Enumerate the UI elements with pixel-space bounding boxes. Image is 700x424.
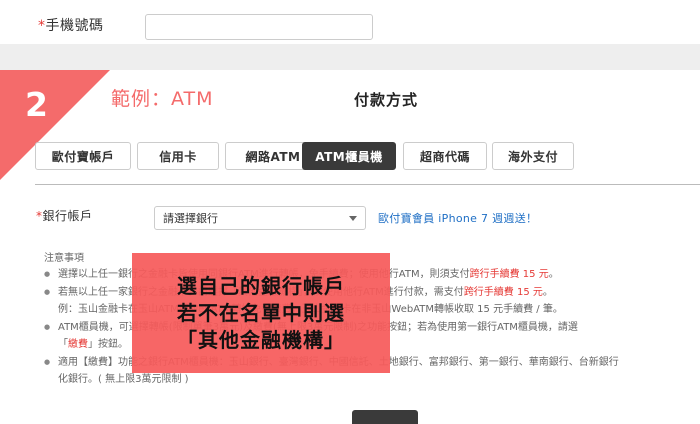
required-mark: * [38, 18, 46, 34]
tab-allpay-account[interactable]: 歐付寶帳戶 [35, 142, 131, 170]
notice-title: 注意事項 [44, 253, 84, 264]
bank-select[interactable]: 請選擇銀行 [154, 206, 366, 230]
phone-input[interactable] [145, 14, 373, 40]
overlay-line: 選自己的銀行帳戶 [177, 273, 345, 298]
overlay-line: 若不在名單中則選 [177, 300, 345, 325]
instruction-overlay: 選自己的銀行帳戶 若不在名單中則選 「其他金融機構」 [132, 253, 390, 373]
tab-credit-card[interactable]: 信用卡 [137, 142, 219, 170]
section-divider [0, 44, 700, 70]
notice-item-continued: 化銀行。( 無上限3萬元限制 ) [58, 374, 189, 385]
tabs-divider [35, 184, 700, 185]
step-number: 2 [25, 85, 48, 124]
promo-link[interactable]: 歐付寶會員 iPhone 7 週週送！ [378, 210, 537, 226]
tab-atm[interactable]: ATM櫃員機 [302, 142, 396, 170]
bank-select-value: 請選擇銀行 [163, 212, 218, 225]
submit-button[interactable] [352, 410, 418, 424]
tab-overseas-payment[interactable]: 海外支付 [492, 142, 574, 170]
bank-account-label: *銀行帳戶 [36, 209, 93, 223]
chevron-down-icon [349, 216, 357, 221]
payment-method-title: 付款方式 [354, 91, 419, 109]
phone-label: *手機號碼 [38, 18, 104, 34]
overlay-line: 「其他金融機構」 [177, 327, 345, 352]
tab-convenience-store-code[interactable]: 超商代碼 [403, 142, 487, 170]
example-title: 範例：ATM [111, 88, 214, 110]
phone-row: *手機號碼 [0, 0, 700, 44]
